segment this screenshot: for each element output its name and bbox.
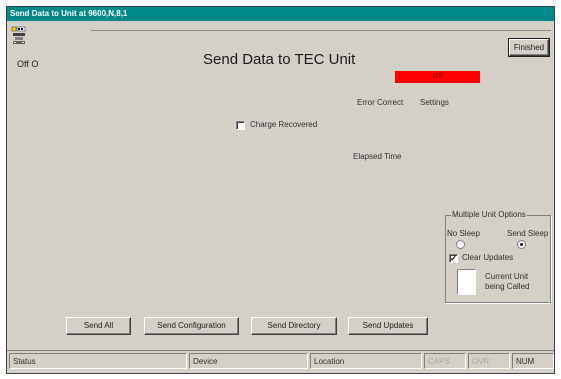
window-title: Send Data to Unit at 9600,N,8,1	[7, 7, 554, 21]
finished-button[interactable]: Finished	[508, 38, 550, 57]
statusbar-location: Location	[310, 353, 422, 369]
error-correct-label: Error Correct	[357, 98, 404, 107]
send-configuration-button[interactable]: Send Configuration	[144, 317, 239, 335]
no-sleep-label: No Sleep	[447, 229, 480, 238]
settings-label: Settings	[420, 98, 449, 107]
app-icon	[11, 26, 26, 44]
header-separator	[91, 30, 551, 31]
statusbar-device: Device	[189, 353, 308, 369]
send-all-button[interactable]: Send All	[66, 317, 131, 335]
current-unit-label-line1: Current Unit	[485, 272, 529, 281]
page-title: Send Data to TEC Unit	[203, 51, 356, 68]
send-sleep-radio[interactable]	[517, 240, 526, 249]
statusbar-ovr: OVR	[468, 353, 510, 369]
statusbar-caps: CAPS	[424, 353, 466, 369]
statusbar-status: Status	[9, 353, 187, 369]
charge-recovered-checkbox[interactable]	[236, 121, 245, 130]
onoff-indicator: Off O	[17, 59, 39, 69]
current-unit-label-line2: being Called	[485, 282, 530, 291]
send-data-window: Send Data to Unit at 9600,N,8,1 Off O Se…	[6, 6, 555, 374]
clear-updates-checkbox[interactable]: ✓	[449, 254, 458, 263]
clear-updates-label: Clear Updates	[462, 253, 514, 262]
statusbar-num: NUM	[512, 353, 554, 369]
current-unit-field	[457, 269, 476, 295]
status-indicator: Off	[395, 71, 480, 83]
no-sleep-radio[interactable]	[456, 240, 465, 249]
send-directory-button[interactable]: Send Directory	[251, 317, 337, 335]
send-updates-button[interactable]: Send Updates	[348, 317, 428, 335]
charge-recovered-label: Charge Recovered	[250, 120, 318, 129]
multiple-unit-options-title: Multiple Unit Options	[451, 210, 527, 219]
elapsed-time-label: Elapsed Time	[353, 152, 402, 161]
send-sleep-label: Send Sleep	[507, 229, 549, 238]
